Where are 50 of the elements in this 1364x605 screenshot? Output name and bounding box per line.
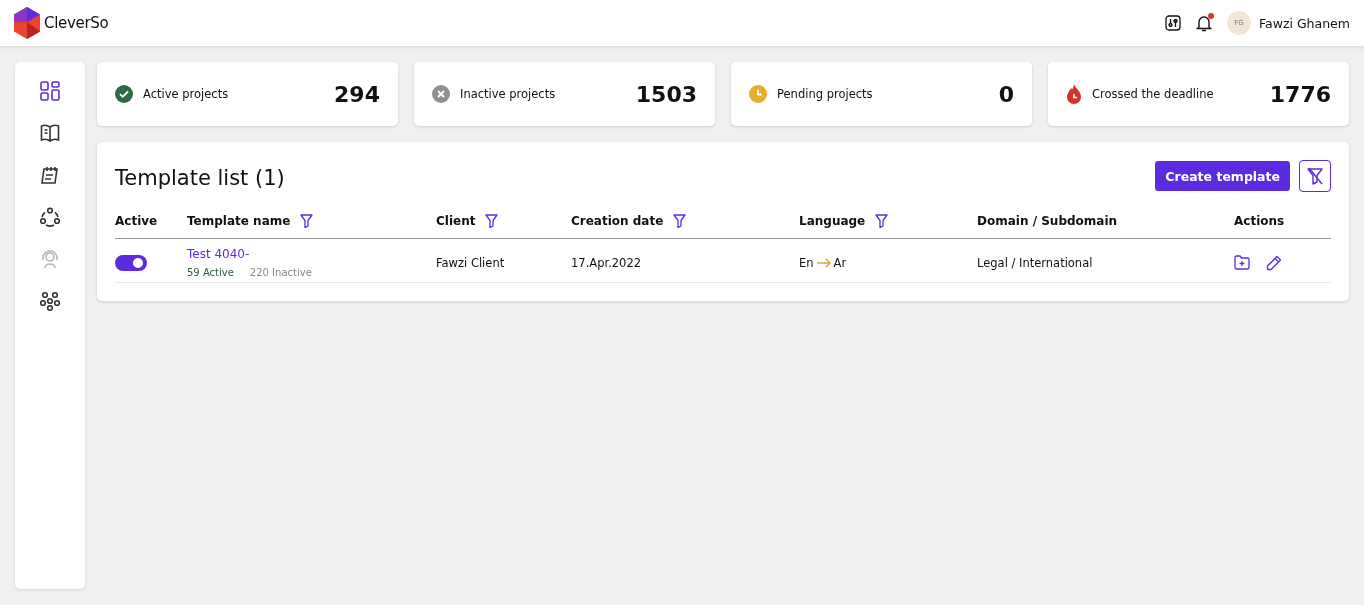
brand-name: CleverSo [44, 14, 109, 32]
column-header: Active [115, 214, 158, 228]
template-name-link[interactable]: Test 4040- [187, 247, 250, 261]
stat-value: 0 [998, 81, 1014, 107]
flame-icon [1066, 84, 1082, 104]
stat-label: Pending projects [777, 87, 874, 101]
notepad-icon [40, 165, 60, 185]
date-cell: 17.Apr.2022 [571, 238, 799, 283]
active-count: 59 Active [187, 267, 234, 278]
filter-icon[interactable] [673, 214, 687, 228]
filter-icon[interactable] [875, 214, 889, 228]
clock-icon [749, 85, 767, 103]
inactive-count: 220 Inactive [249, 267, 312, 278]
stat-label: Active projects [143, 87, 230, 101]
column-header: Template name [187, 214, 291, 228]
clear-filter-icon [1306, 167, 1324, 185]
arrow-icon [815, 257, 832, 268]
stat-value: 1776 [1269, 81, 1331, 107]
stat-label: Crossed the deadline [1092, 87, 1215, 101]
headset-icon [40, 249, 60, 269]
filter-icon[interactable] [485, 214, 499, 228]
create-template-button[interactable]: Create template [1155, 161, 1290, 191]
domain-cell: Legal / International [977, 238, 1234, 283]
settings-icon[interactable] [1165, 15, 1181, 31]
column-header: Actions [1234, 214, 1285, 228]
filter-button[interactable] [1299, 160, 1331, 192]
book-icon [40, 123, 60, 143]
dashboard-icon [40, 81, 60, 101]
team-icon [39, 291, 61, 311]
column-header: Client [436, 214, 476, 228]
client-cell: Fawzi Client [436, 238, 571, 283]
network-icon [39, 207, 61, 227]
active-toggle[interactable] [115, 254, 147, 271]
stat-value: 1503 [635, 81, 697, 107]
target-language: Ar [833, 255, 847, 270]
logo-icon [14, 7, 40, 39]
user-name[interactable]: Fawzi Ghanem [1259, 15, 1350, 31]
stat-value: 294 [334, 81, 380, 107]
column-header: Creation date [571, 214, 664, 228]
bell-icon[interactable] [1195, 14, 1213, 32]
filter-icon[interactable] [300, 214, 314, 228]
template-list-title: Template list (1) [115, 166, 286, 190]
column-header: Language [799, 214, 866, 228]
cross-circle-icon [432, 85, 450, 103]
source-language: En [799, 255, 814, 270]
edit-button[interactable] [1266, 254, 1282, 271]
column-header: Domain / Subdomain [977, 214, 1118, 228]
check-circle-icon [115, 85, 133, 103]
add-folder-button[interactable] [1234, 254, 1250, 271]
stat-label: Inactive projects [460, 87, 557, 101]
